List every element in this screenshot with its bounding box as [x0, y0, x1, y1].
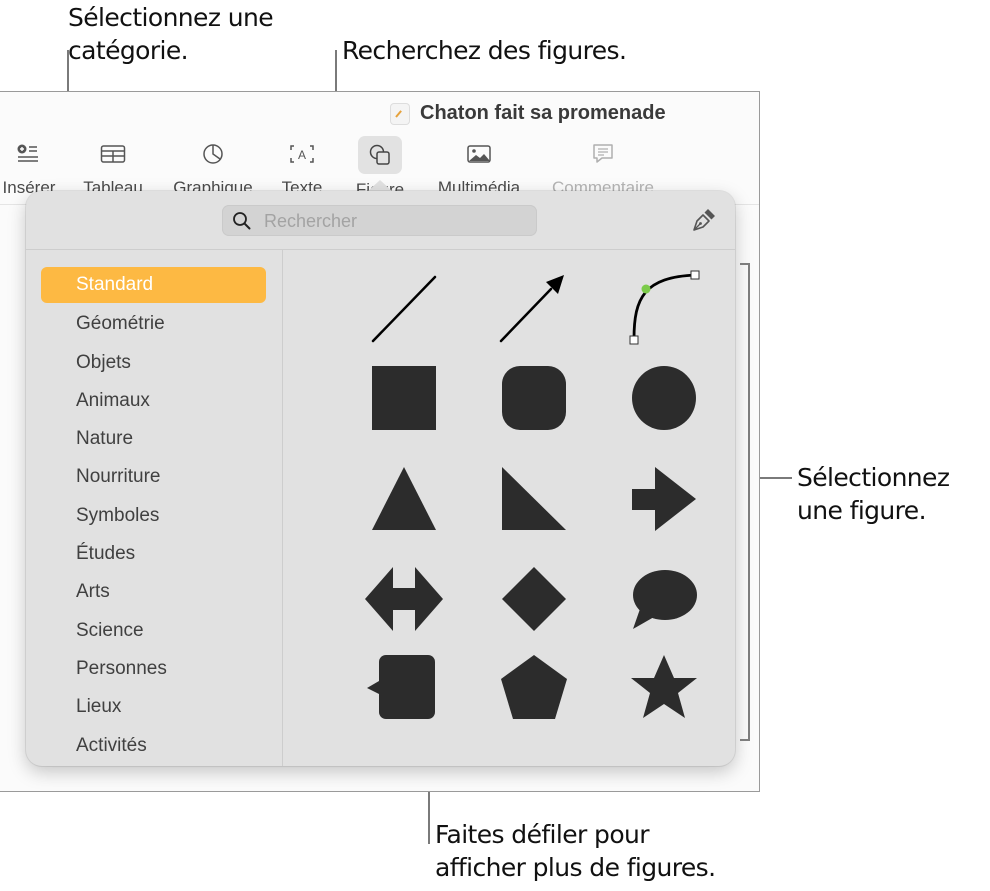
callout-text-line: Recherchez des figures.	[342, 36, 627, 65]
shape-double-arrow[interactable]	[365, 567, 443, 631]
toolbar-table-button[interactable]: Tableau	[78, 136, 148, 198]
shape-search-field[interactable]	[222, 205, 537, 238]
toolbar-text-button[interactable]: A Texte	[272, 136, 332, 198]
callout-text-line: Sélectionnez une	[68, 3, 274, 32]
shapes-popover: StandardGéométrieObjetsAnimauxNatureNour…	[26, 191, 735, 766]
callout-text-line: catégorie.	[68, 36, 189, 65]
title-bar: Chaton fait sa promenade	[0, 92, 759, 136]
toolbar-comment-button[interactable]: Commentaire	[545, 136, 661, 198]
category-list: Standard Géométrie Objets Animaux Nature Nour…	[41, 267, 266, 765]
chart-icon	[203, 144, 223, 164]
category-item[interactable]: Standard	[41, 267, 266, 303]
category-item[interactable]: Géométrie	[41, 305, 266, 343]
shape-grid-bracket	[740, 263, 750, 741]
shape-star[interactable]	[631, 655, 697, 718]
toolbar-insert-button[interactable]: Insérer	[0, 136, 64, 198]
shape-triangle[interactable]	[372, 467, 436, 530]
category-item[interactable]: Lieux	[41, 688, 266, 726]
category-item[interactable]: Études	[41, 535, 266, 573]
insert-list-icon	[17, 144, 38, 162]
callout-text-line: Faites défiler pour	[435, 820, 650, 849]
draw-pen-icon[interactable]	[690, 208, 716, 234]
category-item[interactable]: Activités	[41, 727, 266, 765]
callout-text-line: une figure.	[797, 496, 927, 525]
callout-select-category: Sélectionnez une catégorie.	[68, 1, 274, 67]
callout-select-shape: Sélectionnez une figure.	[797, 461, 950, 527]
category-item[interactable]: Arts	[41, 573, 266, 611]
shape-speech-bubble[interactable]	[633, 570, 697, 629]
shape-curve[interactable]	[629, 270, 700, 345]
callout-search-shapes: Recherchez des figures.	[342, 34, 627, 67]
popover-divider	[282, 250, 283, 766]
text-box-icon: A	[290, 145, 314, 163]
callout-scroll-more: Faites défiler pour afficher plus de fig…	[435, 818, 716, 884]
shape-grid	[365, 270, 700, 719]
shape-circle[interactable]	[632, 366, 696, 430]
shape-diamond[interactable]	[502, 567, 566, 631]
category-item[interactable]: Animaux	[41, 382, 266, 420]
media-icon	[467, 145, 491, 163]
category-item[interactable]: Science	[41, 612, 266, 650]
document-icon	[391, 104, 409, 124]
shape-arrow-line[interactable]	[499, 275, 564, 343]
toolbar-chart-button[interactable]: Graphique	[170, 136, 256, 198]
shape-pentagon[interactable]	[501, 655, 567, 719]
shape-square[interactable]	[372, 366, 436, 430]
shape-callout-square[interactable]	[367, 655, 435, 719]
category-item[interactable]: Symboles	[41, 497, 266, 535]
category-item[interactable]: Personnes	[41, 650, 266, 688]
search-input[interactable]	[262, 205, 531, 238]
callout-text-line: Sélectionnez	[797, 463, 950, 492]
category-item[interactable]: Objets	[41, 344, 266, 382]
category-item[interactable]: Nature	[41, 420, 266, 458]
window-title: Chaton fait sa promenade	[420, 102, 666, 124]
comment-icon	[593, 144, 613, 163]
search-icon	[233, 212, 251, 230]
category-item[interactable]: Nourriture	[41, 458, 266, 496]
toolbar-media-button[interactable]: Multimédia	[430, 136, 528, 198]
shape-right-triangle[interactable]	[502, 467, 566, 530]
shape-icon	[369, 144, 390, 165]
shape-line[interactable]	[371, 275, 437, 343]
shape-rounded-square[interactable]	[502, 366, 566, 430]
callout-text-line: afficher plus de figures.	[435, 853, 716, 882]
svg-text:A: A	[298, 148, 306, 162]
shape-arrow-right[interactable]	[632, 467, 696, 531]
table-icon	[100, 145, 126, 163]
